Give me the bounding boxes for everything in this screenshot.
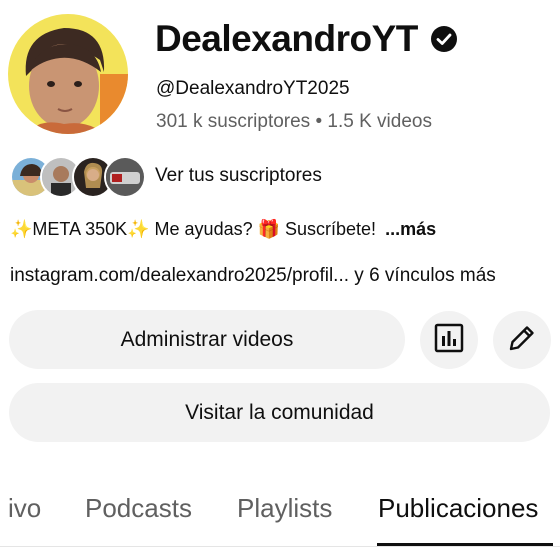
tab-ivo[interactable]: ivo	[8, 493, 41, 524]
channel-stats: 301 k suscriptores • 1.5 K videos	[156, 111, 432, 132]
description-text: ✨META 350K✨ Me ayudas? 🎁 Suscríbete!	[10, 219, 377, 239]
pencil-icon	[506, 322, 538, 359]
more-link[interactable]: ...más	[385, 219, 436, 239]
tab-playlists[interactable]: Playlists	[237, 493, 332, 524]
analytics-button[interactable]	[420, 311, 478, 369]
channel-links[interactable]: instagram.com/dealexandro2025/profil... …	[10, 265, 496, 287]
subscriber-avatar	[104, 156, 146, 198]
visit-community-button[interactable]: Visitar la comunidad	[9, 383, 550, 442]
verified-badge-icon	[430, 25, 458, 53]
analytics-icon	[433, 322, 465, 359]
channel-title: DealexandroYT	[155, 18, 458, 60]
channel-handle: @DealexandroYT2025	[156, 78, 350, 99]
tabs-divider	[0, 546, 560, 547]
see-subscribers-link[interactable]: Ver tus suscriptores	[155, 165, 322, 187]
tab-publicaciones[interactable]: Publicaciones	[378, 493, 538, 524]
channel-avatar[interactable]	[8, 14, 128, 134]
tab-podcasts[interactable]: Podcasts	[85, 493, 192, 524]
subscriber-avatars[interactable]	[10, 156, 146, 198]
active-tab-indicator	[377, 543, 553, 546]
channel-tabs: ivo Podcasts Playlists Publicaciones	[0, 478, 560, 560]
channel-description[interactable]: ✨META 350K✨ Me ayudas? 🎁 Suscríbete! ...…	[10, 219, 436, 240]
edit-channel-button[interactable]	[493, 311, 551, 369]
channel-name: DealexandroYT	[155, 18, 418, 59]
manage-videos-button[interactable]: Administrar videos	[9, 310, 405, 369]
